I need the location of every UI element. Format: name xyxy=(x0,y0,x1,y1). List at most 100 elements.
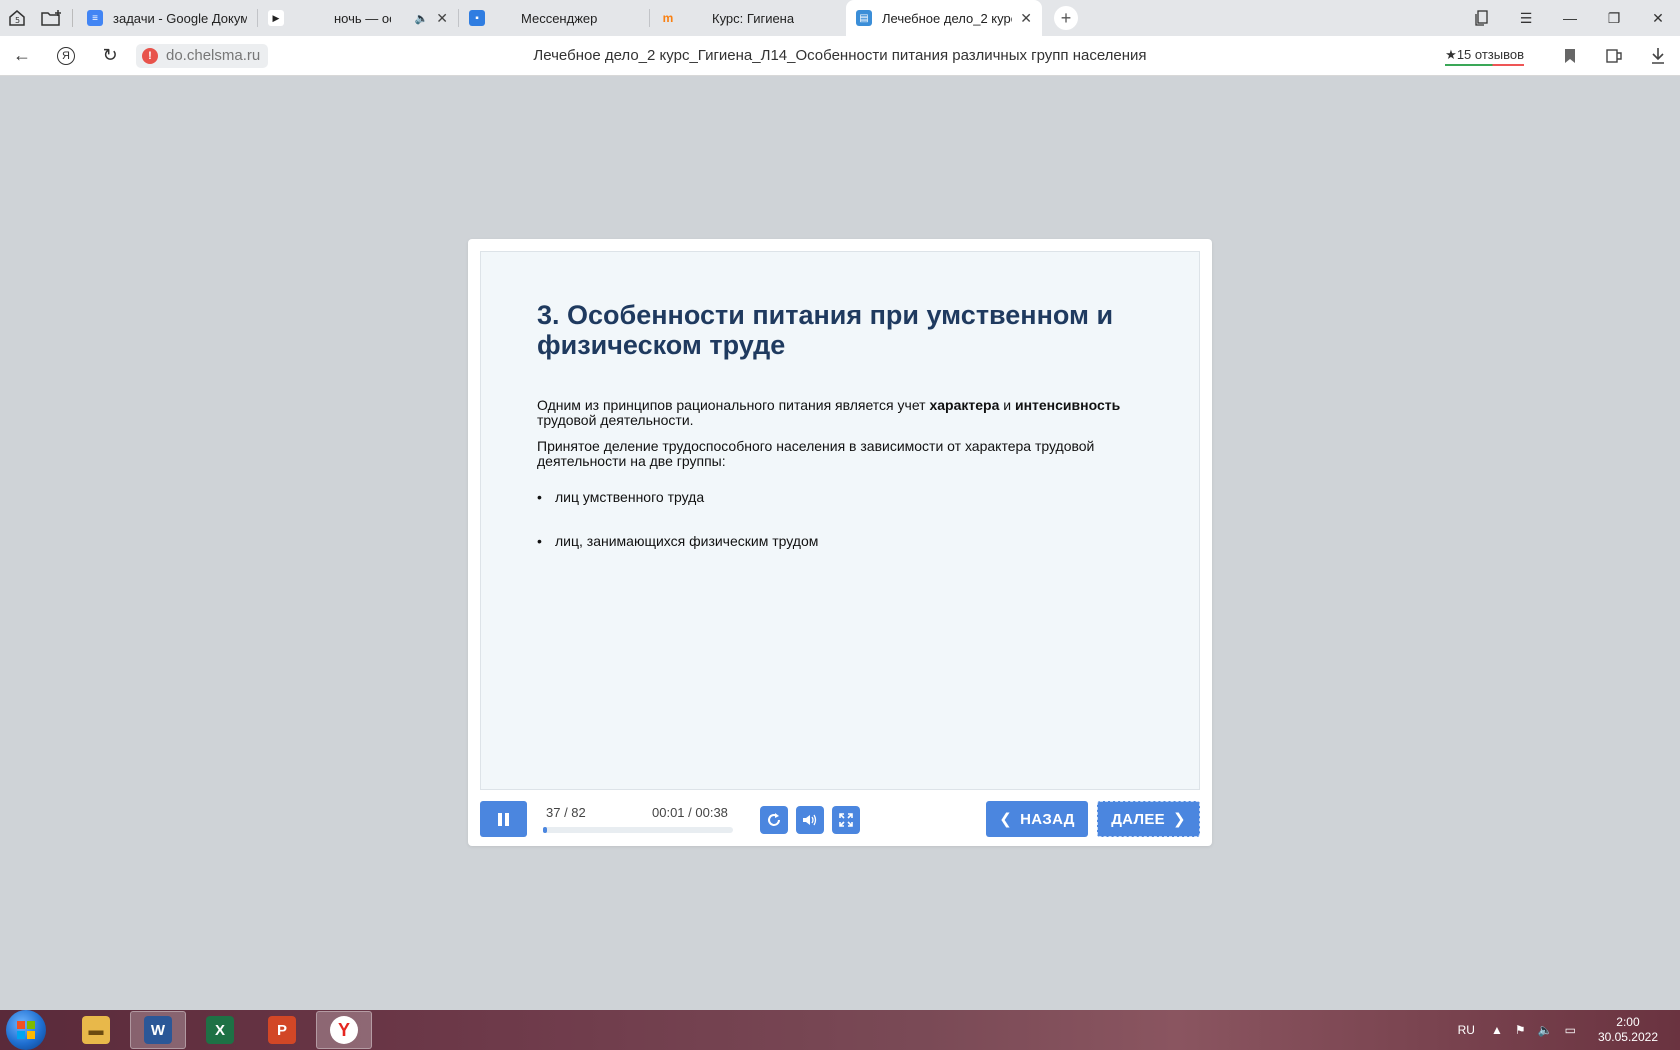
slide-heading: 3. Особенности питания при умственном и … xyxy=(537,300,1114,360)
windows-taskbar: ▬ W X P Y RU ▲ ⚑ 🔈 ▭ 2:00 30.05.2022 xyxy=(0,1010,1680,1050)
new-tab-button[interactable]: + xyxy=(1054,6,1078,30)
taskbar-explorer[interactable]: ▬ xyxy=(68,1011,124,1049)
chevron-left-icon: ❮ xyxy=(999,811,1013,828)
tab-messenger[interactable]: ▪ Мессенджер xyxy=(459,0,649,36)
replay-button[interactable] xyxy=(760,806,788,834)
tab-title: Курс: Гигиена xyxy=(712,10,795,26)
clock-date: 30.05.2022 xyxy=(1597,1030,1658,1044)
restore-icon[interactable]: ❐ xyxy=(1592,0,1636,36)
moodle-icon: m xyxy=(662,11,674,25)
extensions-icon[interactable] xyxy=(1592,47,1636,65)
tab-lecture-active[interactable]: ▤ Лечебное дело_2 курс_ ✕ xyxy=(846,0,1042,36)
progress-bar[interactable] xyxy=(543,827,733,833)
fullscreen-button[interactable] xyxy=(832,806,860,834)
flag-icon[interactable]: ⚑ xyxy=(1515,1023,1526,1037)
chevron-up-icon[interactable]: ▲ xyxy=(1491,1023,1503,1037)
bullet-marker: • xyxy=(537,533,542,549)
back-arrow-icon[interactable]: ← xyxy=(0,36,44,76)
speaker-icon[interactable]: 🔈 xyxy=(415,12,429,25)
slide-paragraph-2: Принятое деление трудоспособного населен… xyxy=(537,438,1095,469)
network-icon[interactable]: ▭ xyxy=(1565,1023,1576,1037)
close-window-icon[interactable]: ✕ xyxy=(1636,0,1680,36)
bookmark-icon[interactable] xyxy=(1548,48,1592,64)
course-icon: ▤ xyxy=(856,10,872,26)
bullet-marker: • xyxy=(537,489,542,505)
next-button-label: ДАЛЕЕ xyxy=(1111,810,1165,828)
browser-tab-bar: 5 ≡ задачи - Google Документы ▶ ночь — o… xyxy=(0,0,1680,36)
menu-icon[interactable]: ☰ xyxy=(1504,0,1548,36)
word-icon: W xyxy=(144,1016,172,1044)
tab-title: задачи - Google Документы xyxy=(113,10,247,26)
add-folder-icon[interactable] xyxy=(34,0,68,36)
tab-title: Мессенджер xyxy=(521,10,598,26)
expand-icon xyxy=(839,813,853,827)
tab-title: ночь — ooes xyxy=(334,10,391,26)
taskbar-powerpoint[interactable]: P xyxy=(254,1011,310,1049)
progress-fill xyxy=(543,827,547,833)
speaker-icon xyxy=(803,814,817,826)
playback-time: 00:01 / 00:38 xyxy=(652,805,728,820)
download-icon[interactable] xyxy=(1636,47,1680,65)
reviews-count: 15 отзывов xyxy=(1456,46,1524,62)
reload-icon[interactable]: ↻ xyxy=(88,36,132,76)
list-item-text: лиц умственного труда xyxy=(555,489,705,505)
player-controls: 37 / 82 00:01 / 00:38 ❮ НАЗАД ДАЛЕЕ ❯ xyxy=(480,801,1200,837)
minimize-icon[interactable]: — xyxy=(1548,0,1592,36)
clock[interactable]: 2:00 30.05.2022 xyxy=(1598,1015,1658,1045)
p1-text-end: трудовой деятельности. xyxy=(537,412,694,428)
slide-counter: 37 / 82 xyxy=(546,805,586,820)
volume-button[interactable] xyxy=(796,806,824,834)
next-button[interactable]: ДАЛЕЕ ❯ xyxy=(1097,801,1200,837)
back-button[interactable]: ❮ НАЗАД xyxy=(986,801,1088,837)
taskbar-excel[interactable]: X xyxy=(192,1011,248,1049)
excel-icon: X xyxy=(206,1016,234,1044)
list-item: • лиц умственного труда xyxy=(537,489,704,505)
window-controls: ☰ — ❐ ✕ xyxy=(1460,0,1680,36)
yandex-icon[interactable]: Я xyxy=(44,36,88,76)
p1-text-mid: и xyxy=(999,397,1015,413)
slide-paragraph-1: Одним из принципов рационального питания… xyxy=(537,398,1147,428)
clock-time: 2:00 xyxy=(1616,1015,1640,1029)
powerpoint-icon: P xyxy=(268,1016,296,1044)
home-icon[interactable]: 5 xyxy=(0,0,34,36)
messenger-icon: ▪ xyxy=(469,10,485,26)
presentation-player: 3. Особенности питания при умственном и … xyxy=(468,239,1212,846)
star-icon: ★ xyxy=(1445,46,1457,62)
yandex-browser-icon: Y xyxy=(330,1016,358,1044)
taskbar-yandex-browser[interactable]: Y xyxy=(316,1011,372,1049)
list-item: • лиц, занимающихся физическим трудом xyxy=(537,533,818,549)
pause-icon xyxy=(498,812,509,826)
volume-icon[interactable]: 🔈 xyxy=(1538,1023,1553,1037)
tab-music[interactable]: ▶ ночь — ooes 🔈 ✕ xyxy=(258,0,458,36)
reviews-link[interactable]: ★15 отзывов xyxy=(1445,46,1524,66)
windows-logo-icon xyxy=(17,1021,35,1039)
p1-text-start: Одним из принципов рационального питания… xyxy=(537,397,930,413)
tab-title: Лечебное дело_2 курс_ xyxy=(882,10,1013,26)
p1-bold-character: характера xyxy=(929,397,1000,413)
tab-course[interactable]: m Курс: Гигиена xyxy=(650,0,846,36)
replay-icon xyxy=(768,813,780,826)
system-tray: RU ▲ ⚑ 🔈 ▭ 2:00 30.05.2022 xyxy=(1458,1010,1680,1050)
address-bar: ← Я ↻ ! do.chelsma.ru Лечебное дело_2 ку… xyxy=(0,36,1680,76)
chevron-right-icon: ❯ xyxy=(1172,811,1186,828)
back-button-label: НАЗАД xyxy=(1020,810,1075,828)
language-indicator[interactable]: RU xyxy=(1458,1023,1475,1037)
pause-button[interactable] xyxy=(480,801,527,837)
p1-bold-intensity: интенсивность xyxy=(1014,397,1121,413)
google-docs-icon: ≡ xyxy=(87,10,103,26)
tab-bar-separator xyxy=(72,9,73,27)
tab-google-docs[interactable]: ≡ задачи - Google Документы xyxy=(77,0,257,36)
list-item-text: лиц, занимающихся физическим трудом xyxy=(555,533,819,549)
close-icon[interactable]: ✕ xyxy=(1020,10,1032,27)
url-text: do.chelsma.ru xyxy=(166,47,261,64)
taskbar-word[interactable]: W xyxy=(130,1011,186,1049)
start-button[interactable] xyxy=(6,1010,46,1050)
bookmarks-panel-icon[interactable] xyxy=(1460,0,1504,36)
explorer-icon: ▬ xyxy=(82,1016,110,1044)
slide-canvas: 3. Особенности питания при умственном и … xyxy=(480,251,1200,790)
svg-text:5: 5 xyxy=(15,16,20,25)
close-icon[interactable]: ✕ xyxy=(436,10,448,27)
insecure-warning-icon[interactable]: ! xyxy=(142,47,158,64)
url-field[interactable]: ! do.chelsma.ru xyxy=(136,43,269,68)
play-icon: ▶ xyxy=(268,10,284,26)
